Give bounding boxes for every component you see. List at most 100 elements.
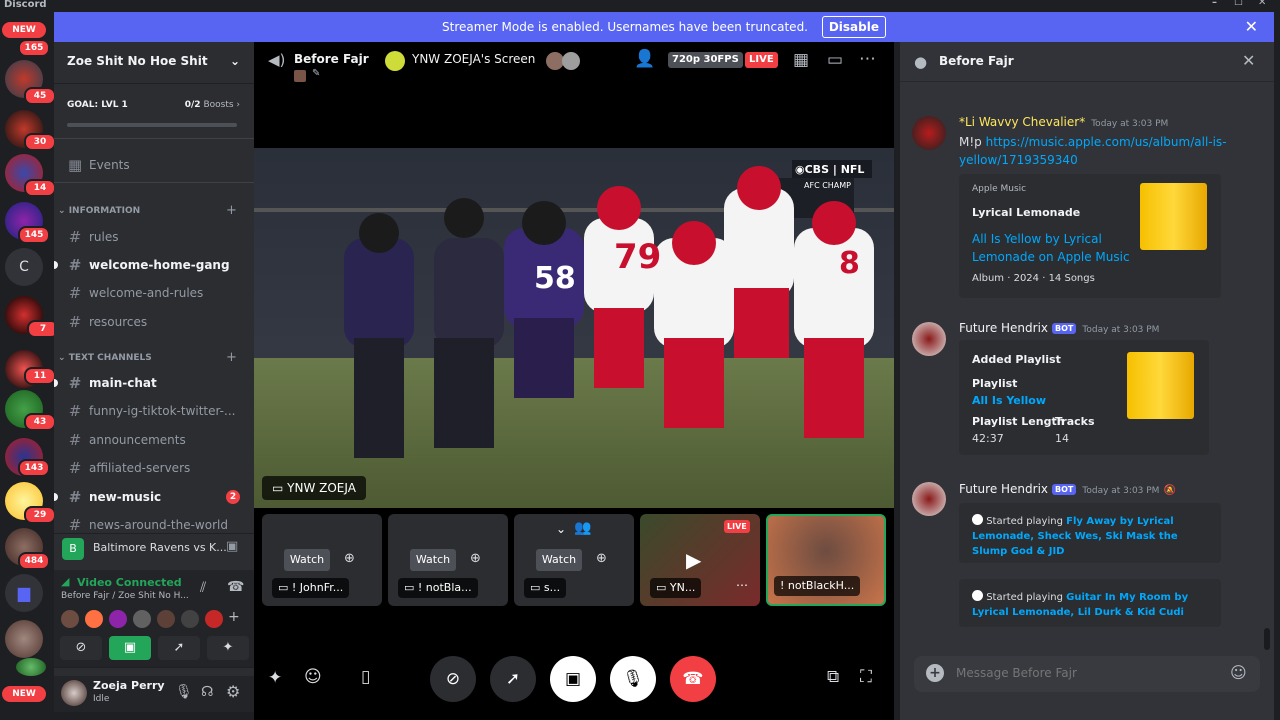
boost-goal[interactable]: GOAL: LVL 1 xyxy=(67,100,128,110)
avatar[interactable] xyxy=(181,610,199,628)
camera-off-icon[interactable]: ⊘ xyxy=(430,656,476,702)
screen-share-icon[interactable]: ▣ xyxy=(109,636,151,660)
fullscreen-view-icon[interactable]: ⊕ xyxy=(344,551,355,566)
channel-welcome-and-rules[interactable]: # welcome-and-rules xyxy=(68,284,204,302)
add-attachment-icon[interactable]: + xyxy=(926,664,944,682)
server-icon[interactable] xyxy=(5,620,43,658)
emoji-icon[interactable]: ☺ xyxy=(1230,663,1247,682)
chevron-down-icon[interactable]: ⌄ xyxy=(556,522,566,536)
fullscreen-view-icon[interactable]: ⊕ xyxy=(470,551,481,566)
avatar[interactable] xyxy=(157,610,175,628)
signal-icon[interactable]: ◢ xyxy=(61,575,69,588)
message-author[interactable]: *Li Wavvy Chevalier* xyxy=(959,115,1085,129)
watch-button[interactable]: Watch xyxy=(536,549,582,571)
avatar[interactable] xyxy=(912,322,946,356)
events-item[interactable]: ▦ Events xyxy=(68,156,130,174)
more-icon[interactable]: ⋯ xyxy=(859,49,876,69)
watch-button[interactable]: Watch xyxy=(410,549,456,571)
participant-tile[interactable]: ! notBlackH... xyxy=(766,514,886,606)
participant-tile[interactable]: LIVE ▶ ▭ YN... ⋯ xyxy=(640,514,760,606)
close-window-button[interactable]: ✕ xyxy=(1258,0,1266,8)
avatar[interactable] xyxy=(912,482,946,516)
close-icon[interactable]: ✕ xyxy=(1242,51,1255,70)
soundboard-icon[interactable]: ✦ xyxy=(207,636,249,660)
popout-icon[interactable]: ▭ xyxy=(827,50,843,70)
new-unreads-pill[interactable]: NEW xyxy=(2,22,46,38)
server-icon[interactable] xyxy=(16,658,46,676)
disable-streamer-mode-button[interactable]: Disable xyxy=(821,16,886,38)
soundboard-icon[interactable]: ✦ xyxy=(268,668,282,688)
embed-title[interactable]: All Is Yellow by Lyrical Lemonade on App… xyxy=(972,230,1142,266)
disconnect-icon[interactable]: ☎ xyxy=(227,579,244,595)
scrollbar-thumb[interactable] xyxy=(1264,628,1270,650)
message-author[interactable]: Future Hendrix xyxy=(959,482,1048,496)
voice-location[interactable]: Before Fajr / Zoe Shit No H... xyxy=(61,591,189,601)
popout-icon[interactable]: ⧉ xyxy=(827,667,839,687)
field-value[interactable]: All Is Yellow xyxy=(972,394,1046,407)
minimize-button[interactable]: – xyxy=(1212,0,1217,8)
category-text-channels[interactable]: ⌄ TEXT CHANNELS + xyxy=(58,350,237,365)
server-icon[interactable]: C xyxy=(5,248,43,286)
avatar[interactable] xyxy=(85,610,103,628)
disconnect-icon[interactable]: ☎ xyxy=(670,656,716,702)
message-author[interactable]: Future Hendrix xyxy=(959,321,1048,335)
channel-funny-ig-tiktok-twitter[interactable]: # funny-ig-tiktok-twitter-... xyxy=(68,402,236,420)
emoji-icon[interactable]: ☺ xyxy=(304,667,322,687)
fullscreen-view-icon[interactable]: ⊕ xyxy=(596,551,607,566)
close-icon[interactable]: ✕ xyxy=(1245,12,1258,42)
avatar[interactable] xyxy=(912,116,946,150)
microphone-icon[interactable]: 🎙 xyxy=(175,684,193,700)
participant-tile[interactable]: ⌄ 👥 Watch ⊕ ▭ s... xyxy=(514,514,634,606)
fullscreen-icon[interactable]: ⛶ xyxy=(860,667,872,687)
message-input[interactable] xyxy=(956,662,1216,684)
add-friend-icon[interactable]: 👤 xyxy=(634,49,655,69)
screen-share-icon[interactable]: ▣ xyxy=(550,656,596,702)
gear-icon[interactable]: ⚙ xyxy=(226,682,240,701)
channel-new-music[interactable]: # new-music 2 xyxy=(54,488,254,506)
album-art[interactable] xyxy=(1140,183,1207,250)
microphone-icon[interactable]: 🎙 xyxy=(610,656,656,702)
watch-button[interactable]: Watch xyxy=(284,549,330,571)
avatar[interactable] xyxy=(109,610,127,628)
noise-suppression-icon[interactable]: ⫽ xyxy=(200,580,206,596)
event-bar[interactable]: B Baltimore Ravens vs K... ▣ xyxy=(54,533,254,563)
add-icon[interactable]: + xyxy=(228,609,240,625)
activity-icon[interactable]: ➚ xyxy=(490,656,536,702)
channel-welcome-home-gang[interactable]: # welcome-home-gang xyxy=(54,256,230,274)
album-art[interactable] xyxy=(1127,352,1194,419)
category-information[interactable]: ⌄ INFORMATION + xyxy=(58,203,237,218)
folder-icon[interactable]: ▆ xyxy=(5,574,43,612)
new-unreads-pill[interactable]: NEW xyxy=(2,686,46,702)
channel-main-chat[interactable]: # main-chat xyxy=(54,374,157,392)
activity-icon[interactable]: ➚ xyxy=(158,636,200,660)
avatar[interactable] xyxy=(133,610,151,628)
tile-name: s... xyxy=(543,581,561,594)
avatar[interactable] xyxy=(205,610,223,628)
avatar[interactable] xyxy=(61,680,87,706)
channel-rules[interactable]: # rules xyxy=(68,228,119,246)
grid-icon[interactable]: ▦ xyxy=(793,50,809,70)
username[interactable]: Zoeja Perry xyxy=(93,679,165,692)
headphones-icon[interactable]: ☊ xyxy=(201,684,213,700)
guild-header[interactable]: Zoe Shit No Hoe Shit ⌄ xyxy=(54,42,254,84)
avatar[interactable] xyxy=(61,610,79,628)
participant-tile[interactable]: Watch ⊕ ▭ ! JohnFr... xyxy=(262,514,382,606)
participant-tile[interactable]: Watch ⊕ ▭ ! notBla... xyxy=(388,514,508,606)
boost-count[interactable]: 0/2 Boosts › xyxy=(185,100,240,110)
add-channel-icon[interactable]: + xyxy=(226,203,237,218)
message-link[interactable]: https://music.apple.com/us/album/all-is-… xyxy=(959,135,1227,167)
add-channel-icon[interactable]: + xyxy=(226,350,237,365)
more-icon[interactable]: ⋯ xyxy=(736,578,748,592)
stream-video[interactable]: 58 79 8 ◉CBS | NFL AFC CHAMP ▭ YNW ZOEJA xyxy=(254,148,894,508)
channel-resources[interactable]: # resources xyxy=(68,313,147,331)
voice-status[interactable]: Video Connected xyxy=(77,576,182,589)
pencil-icon[interactable]: ✎ xyxy=(312,68,320,79)
users-icon[interactable]: 👥 xyxy=(574,520,591,536)
activity-launcher-icon[interactable]: ▯ xyxy=(361,667,370,687)
channel-announcements[interactable]: # announcements xyxy=(68,431,186,449)
channel-news-around-the-world[interactable]: # news-around-the-world xyxy=(68,516,228,533)
event-options-icon[interactable]: ▣ xyxy=(226,539,238,554)
channel-affiliated-servers[interactable]: # affiliated-servers xyxy=(68,459,191,477)
camera-off-icon[interactable]: ⊘ xyxy=(60,636,102,660)
maximize-button[interactable]: ☐ xyxy=(1234,0,1243,8)
